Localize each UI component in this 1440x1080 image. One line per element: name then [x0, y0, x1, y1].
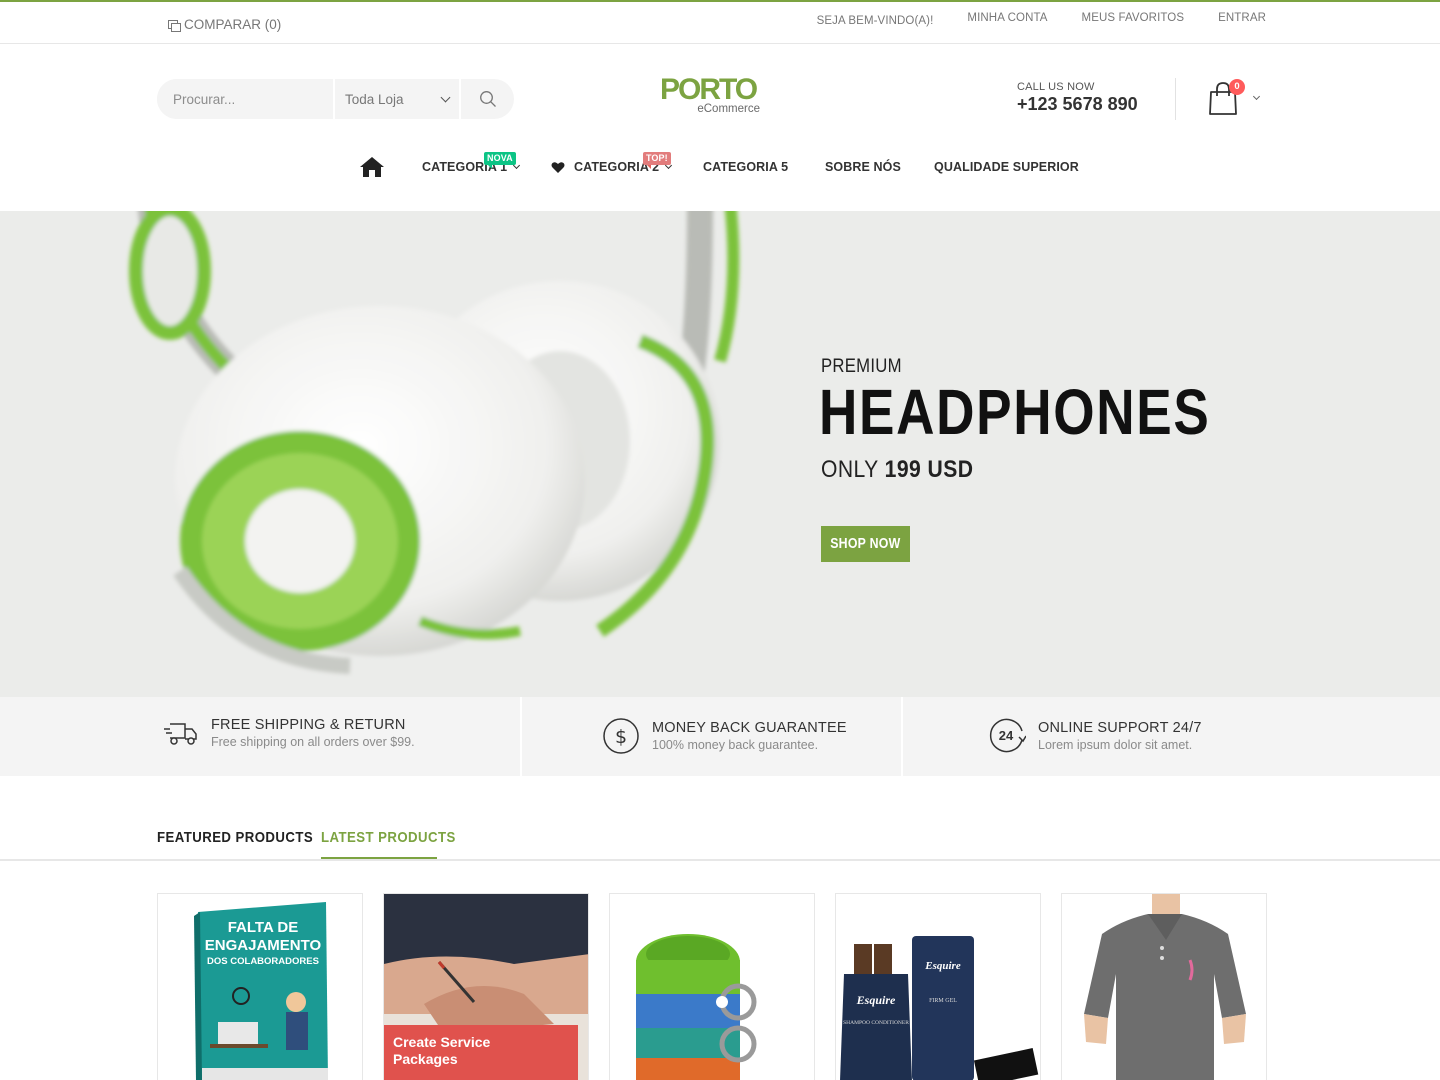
- svg-text:$: $: [615, 726, 627, 748]
- search-bar: Toda Loja: [157, 79, 514, 119]
- info-description: 100% money back guarantee.: [652, 738, 819, 752]
- book-title-line: ENGAJAMENTO: [205, 937, 322, 954]
- compare-icon: [168, 19, 181, 32]
- info-title: MONEY BACK GUARANTEE: [652, 720, 847, 736]
- info-description: Lorem ipsum dolor sit amet.: [1038, 737, 1193, 752]
- phone-number[interactable]: +123 5678 890: [1017, 94, 1138, 115]
- info-title: ONLINE SUPPORT 24/7: [1038, 719, 1202, 736]
- product-tabs: FEATURED PRODUCTS LATEST PRODUCTS: [0, 825, 1440, 861]
- book-product-image: FALTA DE ENGAJAMENTO DOS COLABORADORES: [158, 894, 362, 1080]
- search-category-select[interactable]: Toda Loja: [333, 79, 459, 119]
- my-account-link[interactable]: MINHA CONTA: [967, 12, 1047, 27]
- call-us: CALL US NOW +123 5678 890: [1017, 81, 1138, 115]
- hero-price: ONLY 199 USD: [821, 456, 973, 484]
- svg-text:24: 24: [999, 728, 1014, 743]
- chevron-down-icon: [1252, 92, 1261, 101]
- compare-label: COMPARAR (0): [184, 17, 282, 32]
- chevron-down-icon: [513, 161, 521, 170]
- nav-item-categoria-2[interactable]: TOP! CATEGORIA 2: [551, 152, 673, 174]
- chevron-down-icon: [440, 92, 451, 102]
- site-logo[interactable]: PORTO eCommerce: [660, 74, 764, 120]
- nav-home[interactable]: [359, 156, 385, 178]
- chevron-down-icon: [665, 161, 673, 170]
- banner-line: Create Service: [393, 1034, 491, 1050]
- nav-item-label: QUALIDADE SUPERIOR: [934, 160, 1079, 174]
- hero-title: HEADPHONES: [819, 376, 1211, 448]
- info-title: FREE SHIPPING & RETURN: [211, 717, 406, 733]
- nav-item-label: SOBRE NÓS: [825, 160, 901, 174]
- dollar-circle-icon: $: [603, 718, 639, 754]
- price-prefix: ONLY: [821, 456, 879, 483]
- logo-wordmark: PORTO: [660, 73, 758, 106]
- grooming-products-image: Esquire SHAMPOO CONDITIONER Esquire FIRM…: [836, 894, 1040, 1080]
- login-link[interactable]: ENTRAR: [1218, 12, 1266, 27]
- search-icon: [479, 91, 496, 107]
- nav-item-categoria-5[interactable]: CATEGORIA 5: [703, 160, 788, 174]
- search-button[interactable]: [459, 79, 514, 119]
- call-label: CALL US NOW: [1017, 81, 1095, 93]
- top-links: SEJA BEM-VINDO(A)! MINHA CONTA MEUS FAVO…: [817, 12, 1266, 27]
- main-navigation: NOVA CATEGORIA 1 TOP! CATEGORIA 2 CATEGO…: [0, 150, 1440, 186]
- tab-featured-products[interactable]: FEATURED PRODUCTS: [157, 829, 313, 846]
- welcome-message: SEJA BEM-VINDO(A)!: [816, 15, 934, 27]
- polo-shirt-image: [1062, 894, 1266, 1080]
- product-card-book[interactable]: FALTA DE ENGAJAMENTO DOS COLABORADORES: [157, 893, 363, 1080]
- compare-link[interactable]: COMPARAR (0): [168, 17, 281, 32]
- 24-hours-icon: 24: [989, 718, 1026, 753]
- header-divider: [1175, 78, 1176, 120]
- shop-now-button[interactable]: SHOP NOW: [821, 526, 910, 562]
- product-card-grooming[interactable]: Esquire SHAMPOO CONDITIONER Esquire FIRM…: [835, 893, 1041, 1080]
- tube-brand: Esquire: [924, 960, 961, 972]
- nav-item-sobre-nos[interactable]: SOBRE NÓS: [825, 160, 901, 174]
- search-input[interactable]: [157, 79, 333, 119]
- bottle-brand: Esquire: [856, 993, 896, 1007]
- nav-item-qualidade-superior[interactable]: QUALIDADE SUPERIOR: [934, 160, 1079, 174]
- headphones-image: [129, 211, 740, 674]
- price-value: 199 USD: [884, 456, 974, 483]
- info-box-support: 24 ONLINE SUPPORT 24/7 Lorem ipsum dolor…: [989, 717, 1202, 754]
- cart-button[interactable]: 0: [1208, 78, 1268, 116]
- book-title-line: DOS COLABORADORES: [207, 956, 319, 967]
- top-bar: COMPARAR (0) SEJA BEM-VINDO(A)! MINHA CO…: [0, 0, 1440, 44]
- info-box-money-back: $ MONEY BACK GUARANTEE 100% money back g…: [602, 717, 847, 755]
- truck-icon: [164, 723, 197, 745]
- product-card-polo-shirt[interactable]: [1061, 893, 1267, 1080]
- info-boxes: FREE SHIPPING & RETURN Free shipping on …: [0, 697, 1440, 776]
- banner-line: Packages: [393, 1051, 458, 1067]
- nav-item-label: CATEGORIA 5: [703, 160, 789, 174]
- tube-label: FIRM GEL: [929, 998, 957, 1004]
- heart-icon: [551, 161, 565, 173]
- hero-banner: PREMIUM HEADPHONES ONLY 199 USD SHOP NOW: [0, 211, 1440, 697]
- active-tab-indicator: [321, 857, 437, 859]
- yoga-strap-image: [610, 894, 814, 1080]
- wishlist-link[interactable]: MEUS FAVORITOS: [1082, 12, 1185, 27]
- cart-count-badge: 0: [1229, 79, 1245, 95]
- home-icon: [360, 157, 384, 177]
- book-title-line: FALTA DE: [228, 919, 299, 936]
- nav-item-categoria-1[interactable]: NOVA CATEGORIA 1: [422, 152, 521, 174]
- product-card-yoga-strap[interactable]: [609, 893, 815, 1080]
- search-category-value: Toda Loja: [345, 91, 404, 107]
- info-box-shipping: FREE SHIPPING & RETURN Free shipping on …: [163, 717, 415, 749]
- badge-new: NOVA: [484, 152, 516, 169]
- service-packages-image: Create Service Packages: [384, 894, 588, 1080]
- bottle-label: SHAMPOO CONDITIONER: [843, 1020, 909, 1026]
- tab-latest-products[interactable]: LATEST PRODUCTS: [321, 829, 456, 846]
- info-description: Free shipping on all orders over $99.: [211, 735, 415, 749]
- divider: [901, 697, 903, 776]
- divider: [520, 697, 522, 776]
- shop-now-label: SHOP NOW: [830, 536, 901, 552]
- product-card-service-packages[interactable]: Create Service Packages: [383, 893, 589, 1080]
